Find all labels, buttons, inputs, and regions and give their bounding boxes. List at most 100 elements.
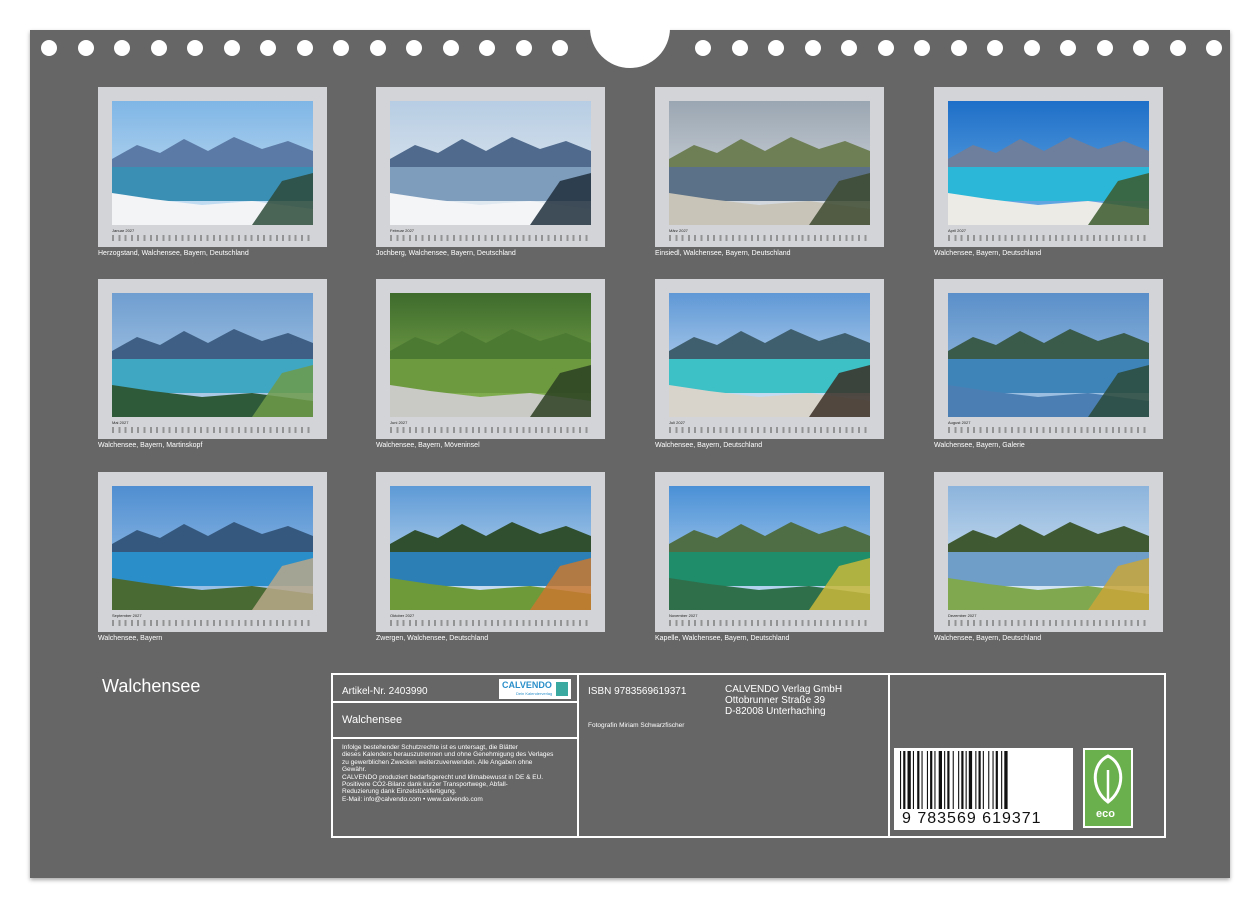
month-photo	[390, 486, 591, 610]
day-row	[112, 427, 313, 433]
publisher-street: Ottobrunner Straße 39	[725, 695, 826, 706]
divider	[888, 675, 890, 836]
day-row	[669, 620, 870, 626]
month-caption: Walchensee, Bayern, Deutschland	[934, 635, 1042, 642]
month-name: Juli 2027	[669, 420, 686, 425]
month-name: Mai 2027	[112, 420, 129, 425]
calendar-title: Walchensee	[102, 676, 201, 696]
month-page: August 2027 Walchensee, Bayern, Galerie	[934, 279, 1163, 455]
binding-hole	[1133, 40, 1149, 56]
logo-text: CALVENDO	[502, 680, 552, 690]
leaf-icon	[1093, 754, 1123, 804]
month-page: Mai 2027 Walchensee, Bayern, Martinskopf	[98, 279, 327, 455]
eco-label: eco	[1096, 808, 1115, 820]
binding-hole	[1206, 40, 1222, 56]
month-caption: Einsiedl, Walchensee, Bayern, Deutschlan…	[655, 250, 791, 257]
month-name: August 2027	[948, 420, 971, 425]
day-row	[390, 235, 591, 241]
month-caption: Walchensee, Bayern	[98, 635, 163, 642]
isbn: ISBN 9783569619371	[588, 686, 687, 697]
month-name: Oktober 2027	[390, 613, 415, 618]
month-name: November 2027	[669, 613, 698, 618]
binding-hole	[731, 40, 748, 56]
day-row	[948, 427, 1149, 433]
logo-mark-icon	[556, 682, 568, 696]
month-page: Juli 2027 Walchensee, Bayern, Deutschland	[655, 279, 884, 455]
eco-badge: eco	[1083, 748, 1133, 828]
month-photo	[669, 101, 870, 225]
publisher-city: D-82008 Unterhaching	[725, 706, 826, 717]
month-photo	[669, 486, 870, 610]
publisher-name: CALVENDO Verlag GmbH	[725, 684, 843, 695]
binding-hole	[296, 40, 313, 56]
binding-hole	[260, 40, 276, 56]
day-row	[948, 235, 1149, 241]
article-number: Artikel-Nr. 2403990	[342, 686, 428, 697]
month-name: Februar 2027	[390, 228, 415, 233]
divider	[333, 737, 577, 739]
month-photo	[112, 486, 313, 610]
month-name: April 2027	[948, 228, 967, 233]
binding-hole	[515, 40, 532, 56]
month-caption: Walchensee, Bayern, Galerie	[934, 442, 1025, 449]
month-name: März 2027	[669, 228, 688, 233]
binding-hole	[369, 40, 386, 56]
binding-hole	[987, 40, 1003, 56]
month-caption: Walchensee, Bayern, Martinskopf	[98, 442, 203, 449]
month-photo	[390, 101, 591, 225]
month-name: Dezember 2027	[948, 613, 977, 618]
legal-notice: Infolge bestehender Schutzrechte ist es …	[342, 744, 554, 803]
binding-hole	[804, 40, 821, 56]
day-row	[112, 620, 313, 626]
binding-hole	[1169, 40, 1186, 56]
binding-hole	[1023, 40, 1040, 56]
binding-hole	[695, 40, 711, 56]
month-page: Dezember 2027 Walchensee, Bayern, Deutsch…	[934, 472, 1163, 648]
day-row	[948, 620, 1149, 626]
binding-hole	[552, 40, 568, 56]
month-page: April 2027 Walchensee, Bayern, Deutschlan…	[934, 87, 1163, 263]
barcode-bars	[900, 751, 1008, 809]
binding-hole	[841, 40, 857, 56]
day-row	[669, 427, 870, 433]
binding-hole	[1096, 40, 1113, 56]
month-name: Januar 2027	[112, 228, 135, 233]
binding-hole	[442, 40, 459, 56]
month-page: Juni 2027 Walchensee, Bayern, Möveninsel	[376, 279, 605, 455]
day-row	[390, 427, 591, 433]
product-title: Walchensee	[342, 714, 403, 726]
month-name: September 2027	[112, 613, 142, 618]
month-page: Januar 2027 Herzogstand, Walchensee, Baye…	[98, 87, 327, 263]
month-caption: Kapelle, Walchensee, Bayern, Deutschland	[655, 635, 790, 642]
month-photo	[948, 293, 1149, 417]
day-row	[669, 235, 870, 241]
month-caption: Walchensee, Bayern, Deutschland	[655, 442, 763, 449]
binding-hole	[914, 40, 930, 56]
month-photo	[948, 486, 1149, 610]
month-photo	[390, 293, 591, 417]
isbn-barcode: 9 783569 619371	[894, 748, 1073, 830]
binding-hole	[333, 40, 349, 56]
binding-hole	[77, 40, 94, 56]
binding-hole	[223, 40, 240, 56]
binding-hole	[406, 40, 422, 56]
month-caption: Zwergen, Walchensee, Deutschland	[376, 635, 489, 642]
day-row	[390, 620, 591, 626]
month-photo	[669, 293, 870, 417]
month-photo	[948, 101, 1149, 225]
binding-hole	[41, 40, 57, 56]
month-page: März 2027 Einsiedl, Walchensee, Bayern, D…	[655, 87, 884, 263]
month-page: November 2027 Kapelle, Walchensee, Bayern…	[655, 472, 884, 648]
binding-hole	[479, 40, 495, 56]
month-photo	[112, 101, 313, 225]
binding-hole	[950, 40, 967, 56]
month-caption: Walchensee, Bayern, Deutschland	[934, 250, 1042, 257]
month-caption: Walchensee, Bayern, Möveninsel	[376, 442, 480, 449]
month-caption: Herzogstand, Walchensee, Bayern, Deutsch…	[98, 250, 249, 257]
binding-hole	[150, 40, 167, 56]
month-photo	[112, 293, 313, 417]
calendar-back-cover: Januar 2027 Herzogstand, Walchensee, Baye…	[30, 0, 1230, 878]
eco-badge-background: eco	[1085, 750, 1131, 826]
month-page: Februar 2027 Jochberg, Walchensee, Bayern…	[376, 87, 605, 263]
calvendo-logo: CALVENDO Dein Kalenderverlag	[499, 679, 571, 699]
